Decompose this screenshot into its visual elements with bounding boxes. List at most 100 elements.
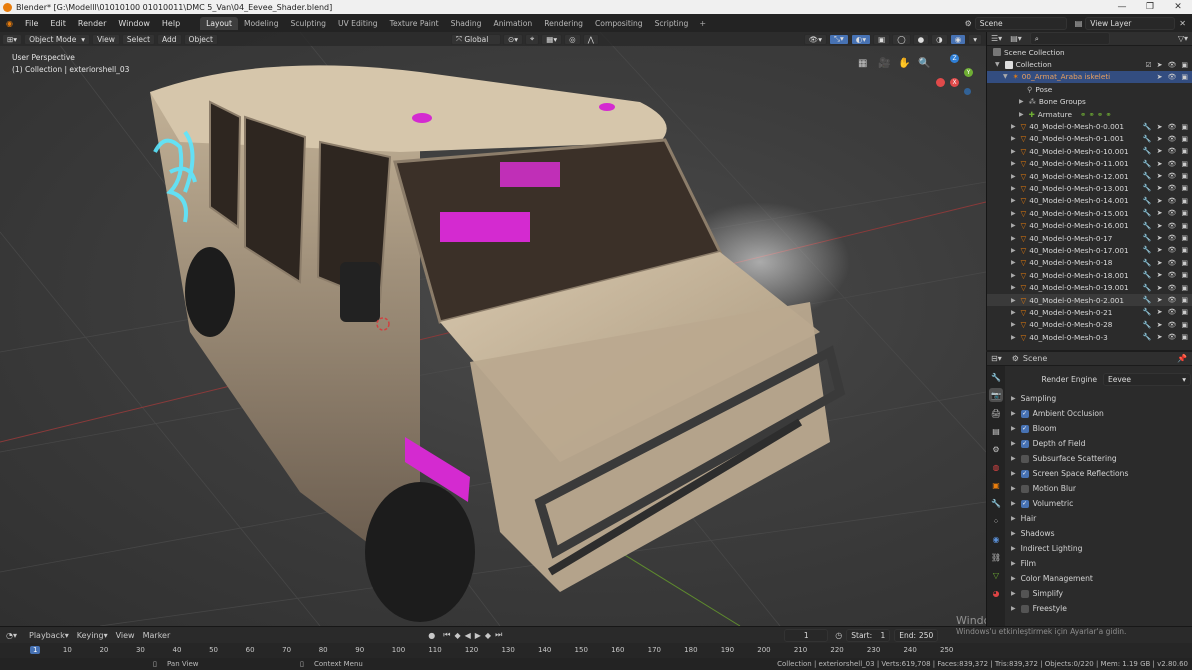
expand-arrow-icon[interactable]: ▶ xyxy=(1011,284,1016,291)
panel-expand-arrow-icon[interactable]: ▶ xyxy=(1011,455,1016,462)
data-tab-icon[interactable]: ▽ xyxy=(989,568,1003,582)
render-panel-header[interactable]: ▶ ✓ Screen Space Reflections xyxy=(1011,466,1191,481)
outliner-row-mesh[interactable]: ▶ ▽ 40_Model-0-Mesh-0-13.001 🔧 ➤ 👁 ▣ xyxy=(987,182,1192,194)
modifier-wrench-icon[interactable]: 🔧 xyxy=(1143,135,1152,143)
select-arrow-icon[interactable]: ➤ xyxy=(1157,234,1163,242)
modifier-wrench-icon[interactable]: 🔧 xyxy=(1143,197,1152,205)
timeline-ruler[interactable]: 1 10 20 30 40 50 60 70 80 90 100 110 120 130 140 150 160… xyxy=(0,643,1192,659)
start-frame-field[interactable]: Start: 1 xyxy=(846,628,891,642)
checkbox-checked-icon[interactable]: ✓ xyxy=(1020,439,1029,448)
scene-field[interactable]: Scene xyxy=(974,16,1067,30)
panel-expand-arrow-icon[interactable]: ▶ xyxy=(1011,590,1016,597)
render-panel-header[interactable]: ▶ Indirect Lighting xyxy=(1011,541,1191,556)
checkbox-unchecked-icon[interactable] xyxy=(1020,454,1029,463)
xray-toggle-icon[interactable]: ▣ xyxy=(873,33,891,45)
camera-icon[interactable]: ▣ xyxy=(1181,172,1188,180)
expand-arrow-icon[interactable]: ▶ xyxy=(1019,111,1024,118)
eye-icon[interactable]: 👁 xyxy=(1167,222,1176,230)
pin-icon[interactable]: 📌 xyxy=(1177,354,1187,363)
camera-icon[interactable]: ▣ xyxy=(1181,246,1188,254)
menu-window[interactable]: Window xyxy=(112,19,156,28)
expand-arrow-icon[interactable]: ▶ xyxy=(1011,210,1016,217)
expand-arrow-icon[interactable]: ▶ xyxy=(1011,197,1016,204)
checkbox-unchecked-icon[interactable] xyxy=(1020,589,1029,598)
tab-shading[interactable]: Shading xyxy=(445,17,488,30)
viewport-scene[interactable] xyxy=(0,32,986,626)
camera-icon[interactable]: ▣ xyxy=(1181,284,1188,292)
eye-icon[interactable]: 👁 xyxy=(1167,61,1176,69)
select-arrow-icon[interactable]: ➤ xyxy=(1157,308,1163,316)
tab-texture-paint[interactable]: Texture Paint xyxy=(384,17,445,30)
timeline-menu-keying[interactable]: Keying xyxy=(77,631,104,640)
panel-expand-arrow-icon[interactable]: ▶ xyxy=(1011,605,1016,612)
eye-icon[interactable]: 👁 xyxy=(1167,73,1176,81)
panel-expand-arrow-icon[interactable]: ▶ xyxy=(1011,470,1016,477)
panel-expand-arrow-icon[interactable]: ▶ xyxy=(1011,515,1016,522)
outliner-editor-icon[interactable]: ☰▾ xyxy=(991,34,1002,43)
panel-expand-arrow-icon[interactable]: ▶ xyxy=(1011,560,1016,567)
tab-animation[interactable]: Animation xyxy=(488,17,539,30)
filter-icon[interactable]: ▽▾ xyxy=(1178,34,1188,43)
expand-arrow-icon[interactable]: ▶ xyxy=(1011,247,1016,254)
panel-expand-arrow-icon[interactable]: ▶ xyxy=(1011,485,1016,492)
select-arrow-icon[interactable]: ➤ xyxy=(1157,160,1163,168)
outliner-row-mesh[interactable]: ▶ ▽ 40_Model-0-Mesh-0-0.001 🔧 ➤ 👁 ▣ xyxy=(987,120,1192,132)
render-panel-header[interactable]: ▶ ✓ Volumetric xyxy=(1011,496,1191,511)
select-arrow-icon[interactable]: ➤ xyxy=(1157,147,1163,155)
select-arrow-icon[interactable]: ➤ xyxy=(1157,123,1163,131)
camera-icon[interactable]: ▣ xyxy=(1181,209,1188,217)
properties-editor-icon[interactable]: ⊟▾ xyxy=(991,354,1002,363)
select-arrow-icon[interactable]: ➤ xyxy=(1157,209,1163,217)
outliner-row-mesh[interactable]: ▶ ▽ 40_Model-0-Mesh-0-2.001 🔧 ➤ 👁 ▣ xyxy=(987,293,1192,307)
scene-tab-icon[interactable]: ⚙ xyxy=(989,442,1003,456)
expand-arrow-icon[interactable]: ▶ xyxy=(1011,148,1016,155)
camera-icon[interactable]: ▣ xyxy=(1181,222,1188,230)
toggle-camera-icon[interactable]: ▦ xyxy=(858,58,867,69)
next-keyframe-button[interactable]: ◆ xyxy=(485,631,491,640)
render-panel-header[interactable]: ▶ ✓ Ambient Occlusion xyxy=(1011,406,1191,421)
menu-help[interactable]: Help xyxy=(156,19,186,28)
outliner-row-mesh[interactable]: ▶ ▽ 40_Model-0-Mesh-0-21 🔧 ➤ 👁 ▣ xyxy=(987,306,1192,318)
camera-icon[interactable]: ▣ xyxy=(1181,160,1188,168)
timeline-menu-marker[interactable]: Marker xyxy=(143,631,171,640)
outliner-row-mesh[interactable]: ▶ ▽ 40_Model-0-Mesh-0-1.001 🔧 ➤ 👁 ▣ xyxy=(987,133,1192,145)
eye-icon[interactable]: 👁 xyxy=(1167,172,1176,180)
camera-icon[interactable]: ▣ xyxy=(1181,321,1188,329)
tab-modeling[interactable]: Modeling xyxy=(238,17,285,30)
modifier-wrench-icon[interactable]: 🔧 xyxy=(1143,308,1152,316)
editor-type-icon[interactable]: ⊞▾ xyxy=(2,33,23,45)
eye-icon[interactable]: 👁 xyxy=(1167,209,1176,217)
panel-expand-arrow-icon[interactable]: ▶ xyxy=(1011,440,1016,447)
orientation-dropdown[interactable]: ⤧ Global xyxy=(450,33,501,45)
expand-arrow-icon[interactable]: ▶ xyxy=(1011,185,1016,192)
outliner-row-mesh[interactable]: ▶ ▽ 40_Model-0-Mesh-0-14.001 🔧 ➤ 👁 ▣ xyxy=(987,195,1192,207)
select-arrow-icon[interactable]: ➤ xyxy=(1157,73,1163,81)
close-button[interactable]: ✕ xyxy=(1164,2,1192,12)
outliner-row-mesh[interactable]: ▶ ▽ 40_Model-0-Mesh-0-18 🔧 ➤ 👁 ▣ xyxy=(987,257,1192,269)
tab-compositing[interactable]: Compositing xyxy=(589,17,649,30)
checkbox-unchecked-icon[interactable] xyxy=(1020,604,1029,613)
outliner-row-mesh[interactable]: ▶ ▽ 40_Model-0-Mesh-0-19.001 🔧 ➤ 👁 ▣ xyxy=(987,281,1192,293)
play-button[interactable]: ▶ xyxy=(475,631,481,640)
outliner-row-mesh[interactable]: ▶ ▽ 40_Model-0-Mesh-0-28 🔧 ➤ 👁 ▣ xyxy=(987,319,1192,331)
outliner-row-mesh[interactable]: ▶ ▽ 40_Model-0-Mesh-0-10.001 🔧 ➤ 👁 ▣ xyxy=(987,145,1192,157)
checkbox-checked-icon[interactable]: ✓ xyxy=(1020,469,1029,478)
view-layer-field[interactable]: View Layer xyxy=(1085,16,1176,30)
menu-render[interactable]: Render xyxy=(72,19,112,28)
expand-arrow-icon[interactable]: ▶ xyxy=(1011,135,1016,142)
x-axis-icon[interactable]: X xyxy=(950,78,959,87)
camera-view-icon[interactable]: 🎥 xyxy=(878,58,890,69)
jump-start-button[interactable]: ⏮ xyxy=(443,630,450,640)
expand-arrow-icon[interactable]: ▶ xyxy=(1011,321,1016,328)
render-panel-header[interactable]: ▶ Shadows xyxy=(1011,526,1191,541)
outliner-row-mesh[interactable]: ▶ ▽ 40_Model-0-Mesh-0-11.001 🔧 ➤ 👁 ▣ xyxy=(987,158,1192,170)
physics-tab-icon[interactable]: ◉ xyxy=(989,532,1003,546)
solid-shading-icon[interactable]: ● xyxy=(912,33,930,45)
modifier-wrench-icon[interactable]: 🔧 xyxy=(1143,271,1152,279)
select-arrow-icon[interactable]: ➤ xyxy=(1157,172,1163,180)
blender-menu-icon[interactable]: ◉ xyxy=(0,19,19,28)
modifier-wrench-icon[interactable]: 🔧 xyxy=(1143,259,1152,267)
falloff-icon[interactable]: ⋀ xyxy=(582,33,599,45)
outliner-row-mesh[interactable]: ▶ ▽ 40_Model-0-Mesh-0-3 🔧 ➤ 👁 ▣ xyxy=(987,331,1192,343)
checkbox-checked-icon[interactable]: ✓ xyxy=(1020,499,1029,508)
